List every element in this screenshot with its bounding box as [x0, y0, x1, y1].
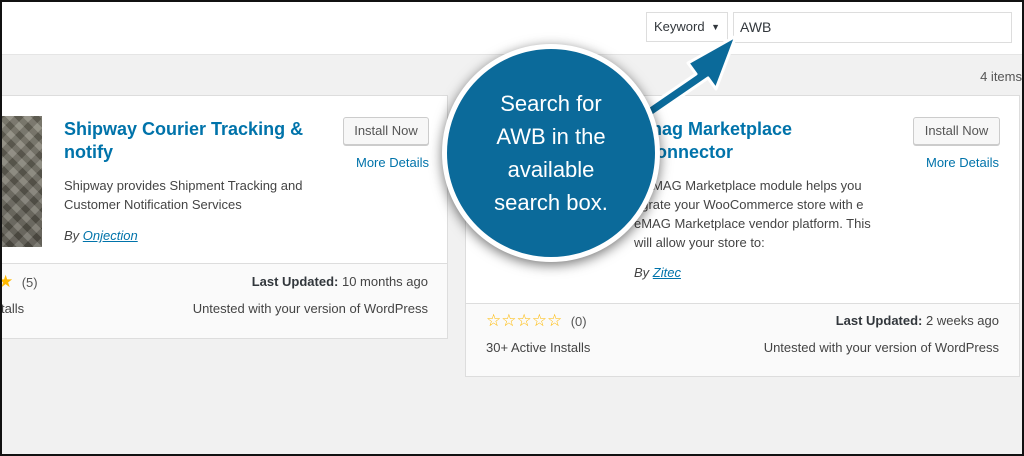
- screenshot-frame: Keyword ▼ AWB 4 items Shipway Courier Tr…: [0, 0, 1024, 456]
- callout-text: Search for AWB in the available search b…: [494, 91, 608, 215]
- instruction-callout: Search for AWB in the available search b…: [442, 44, 660, 262]
